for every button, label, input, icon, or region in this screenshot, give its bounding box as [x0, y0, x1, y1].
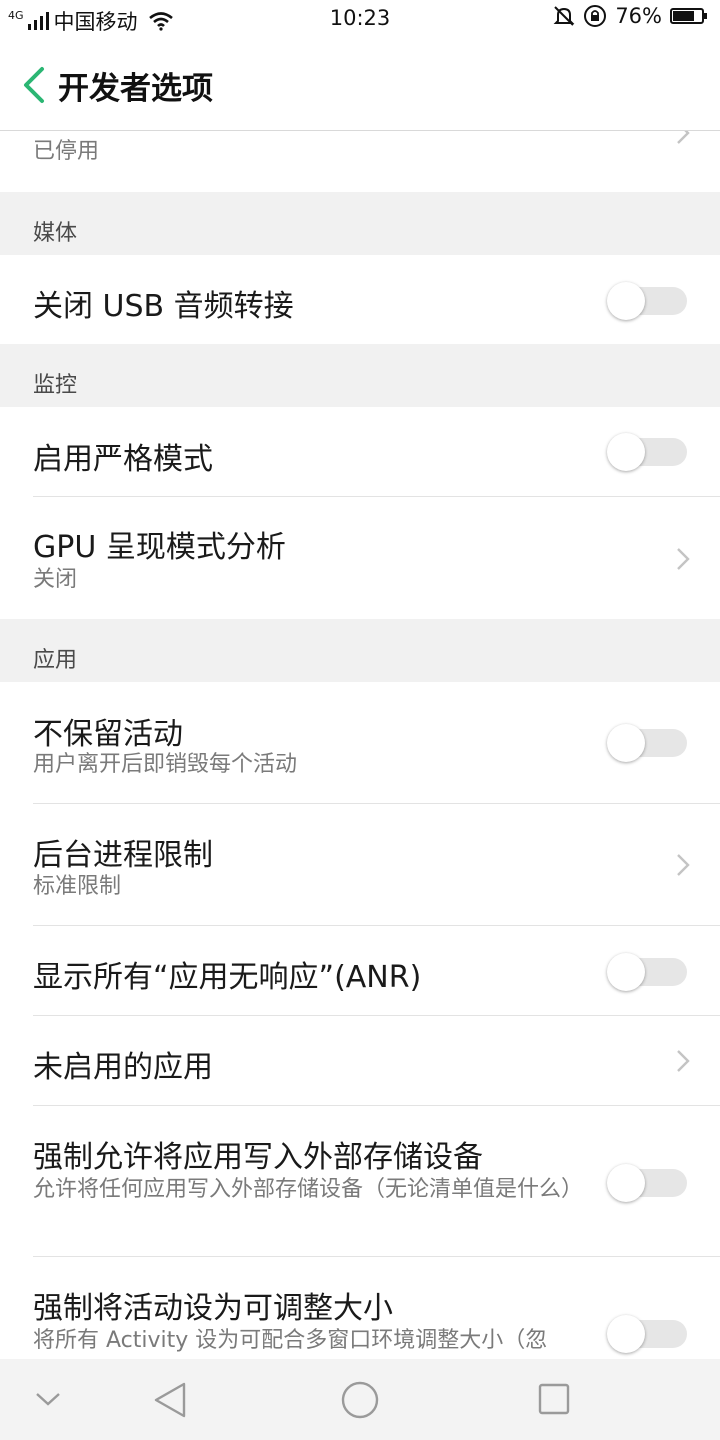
- setting-force-resizable-activities[interactable]: 强制将活动设为可调整大小 将所有 Activity 设为可配合多窗口环境调整大小…: [0, 1257, 720, 1359]
- row-title: 启用严格模式: [33, 442, 213, 477]
- setting-dont-keep-activities[interactable]: 不保留活动 用户离开后即销毁每个活动: [0, 682, 720, 804]
- mute-bell-icon: [553, 6, 575, 26]
- battery-icon: [670, 8, 707, 24]
- app-bar: 开发者选项: [0, 38, 720, 131]
- row-title: GPU 呈现模式分析: [33, 530, 286, 565]
- home-circle-icon[interactable]: [340, 1380, 380, 1420]
- page-title: 开发者选项: [58, 71, 213, 107]
- setting-background-process-limit[interactable]: 后台进程限制 标准限制: [0, 804, 720, 926]
- chevron-right-icon: [677, 131, 690, 144]
- chevron-right-icon: [677, 854, 690, 876]
- back-triangle-icon[interactable]: [152, 1381, 188, 1419]
- partial-settings-row[interactable]: 已停用: [0, 131, 720, 192]
- battery-level-fill: [673, 11, 694, 21]
- row-title: 显示所有“应用无响应”(ANR): [33, 960, 422, 995]
- section-header-monitoring: 监控: [0, 344, 720, 407]
- settings-list[interactable]: 已停用 媒体 关闭 USB 音频转接 监控 启用严格模式 GPU 呈现模式分析 …: [0, 131, 720, 1359]
- chevron-right-icon: [677, 548, 690, 570]
- toggle-switch[interactable]: [607, 433, 687, 471]
- toggle-switch[interactable]: [607, 724, 687, 762]
- row-summary: 允许将任何应用写入外部存储设备（无论清单值是什么）: [33, 1177, 584, 1202]
- section-header-apps: 应用: [0, 619, 720, 682]
- row-title: 强制允许将应用写入外部存储设备: [33, 1140, 483, 1175]
- toggle-switch[interactable]: [607, 1164, 687, 1202]
- row-title: 关闭 USB 音频转接: [33, 289, 294, 324]
- status-bar: 4G 中国移动 10:23 76%: [0, 0, 720, 38]
- row-title: 未启用的应用: [33, 1050, 213, 1085]
- row-title: 后台进程限制: [33, 838, 213, 873]
- setting-force-allow-external-storage[interactable]: 强制允许将应用写入外部存储设备 允许将任何应用写入外部存储设备（无论清单值是什么…: [0, 1106, 720, 1257]
- row-summary: 用户离开后即销毁每个活动: [33, 752, 298, 777]
- row-summary: 标准限制: [33, 874, 122, 899]
- row-title: 不保留活动: [33, 717, 183, 752]
- setting-inactive-apps[interactable]: 未启用的应用: [0, 1016, 720, 1106]
- row-title: 强制将活动设为可调整大小: [33, 1291, 393, 1326]
- row-summary: 已停用: [33, 139, 100, 164]
- recents-square-icon[interactable]: [538, 1383, 570, 1415]
- chevron-right-icon: [677, 1050, 690, 1072]
- toggle-switch[interactable]: [607, 1315, 687, 1353]
- setting-gpu-rendering-profile[interactable]: GPU 呈现模式分析 关闭: [0, 497, 720, 619]
- chevron-down-icon[interactable]: [34, 1389, 62, 1409]
- back-arrow-icon[interactable]: [20, 66, 48, 104]
- row-summary: 关闭: [33, 567, 78, 592]
- battery-percent: 76%: [615, 4, 662, 28]
- toggle-switch[interactable]: [607, 953, 687, 991]
- row-summary: 将所有 Activity 设为可配合多窗口环境调整大小（忽: [33, 1328, 548, 1353]
- section-header-media: 媒体: [0, 192, 720, 255]
- setting-disable-usb-audio-routing[interactable]: 关闭 USB 音频转接: [0, 255, 720, 344]
- toggle-switch[interactable]: [607, 282, 687, 320]
- setting-strict-mode[interactable]: 启用严格模式: [0, 407, 720, 497]
- setting-show-all-anrs[interactable]: 显示所有“应用无响应”(ANR): [0, 926, 720, 1016]
- rotation-lock-icon: [584, 5, 607, 27]
- system-nav-bar: [0, 1359, 720, 1440]
